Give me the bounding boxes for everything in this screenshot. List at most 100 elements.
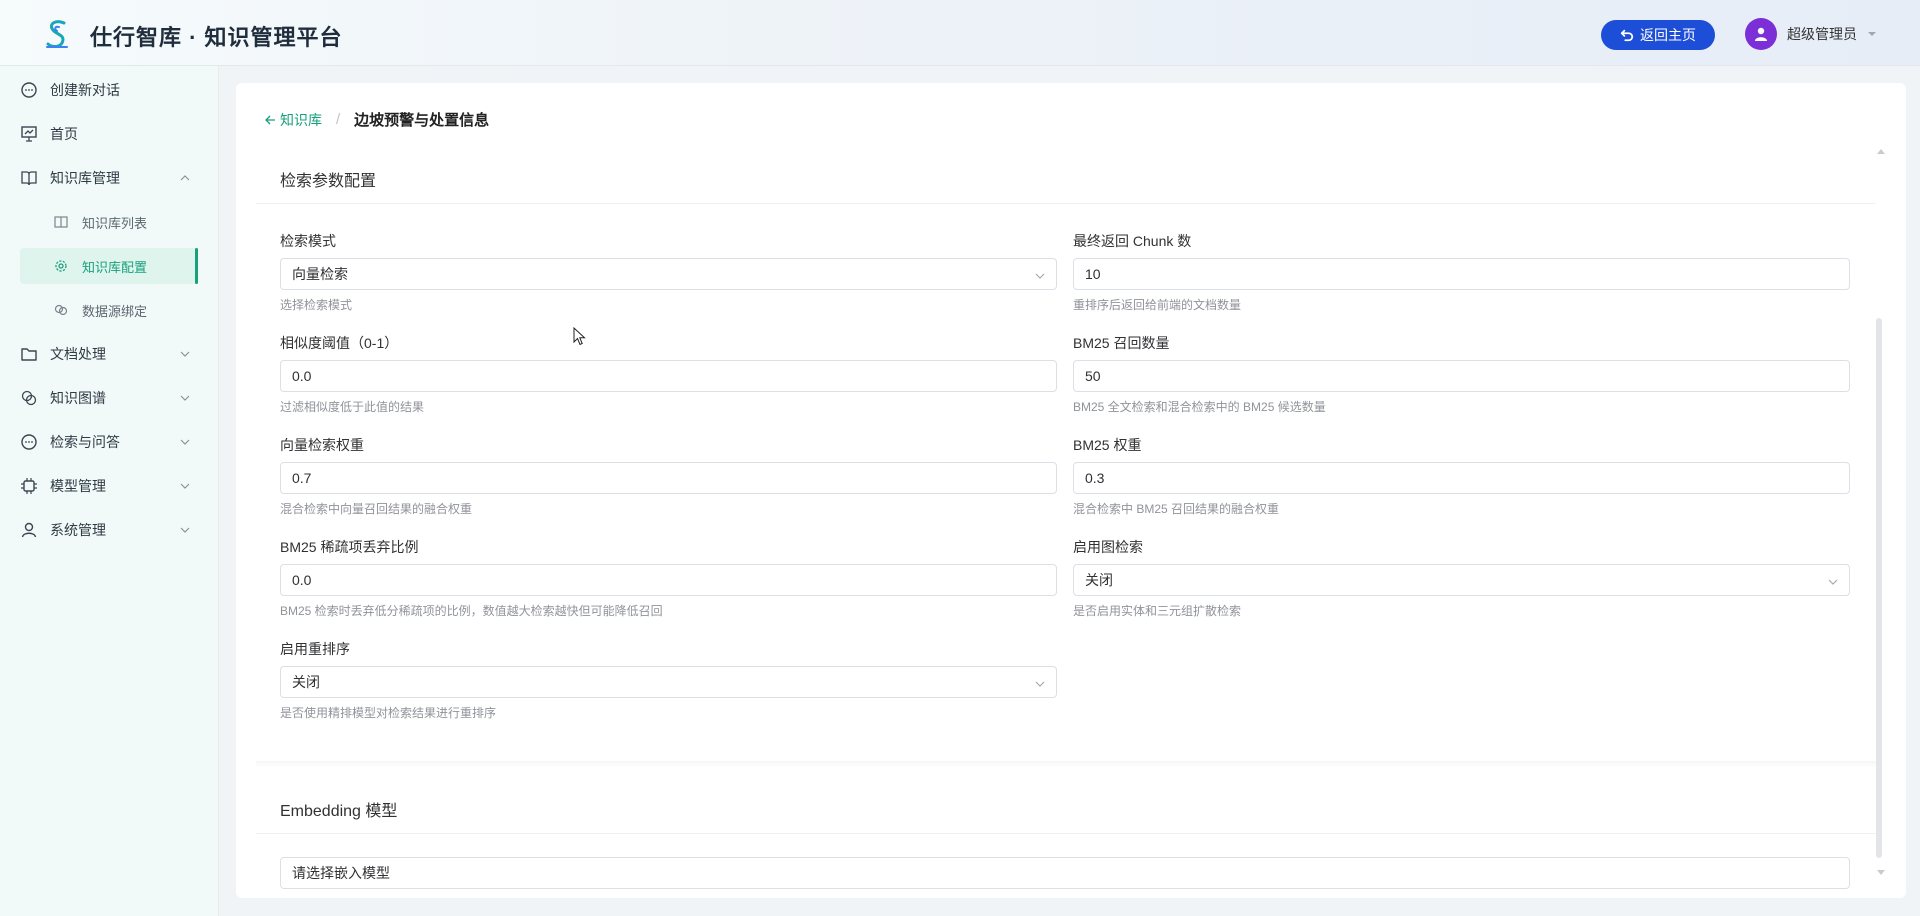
section-separator	[256, 761, 1876, 767]
app-title: 仕行智库 · 知识管理平台	[90, 25, 343, 50]
similarity-label: 相似度阈值（0-1）	[280, 335, 399, 351]
final-chunks-value: 10	[1085, 266, 1101, 282]
bm25-drop-hint: BM25 检索时丢弃低分稀疏项的比例，数值越大检索越快但可能降低召回	[280, 604, 663, 618]
similarity-input[interactable]: 0.0	[280, 360, 1057, 392]
folder-icon	[21, 348, 37, 361]
sidebar-item-label: 创建新对话	[50, 82, 120, 98]
active-indicator	[195, 248, 198, 284]
return-home-button[interactable]: 返回主页	[1601, 20, 1715, 50]
sidebar-item-system-management[interactable]: 系统管理	[20, 512, 198, 548]
bm25-recall-input[interactable]: 50	[1073, 360, 1850, 392]
user-name: 超级管理员	[1787, 26, 1857, 42]
graph-search-select[interactable]: 关闭	[1073, 564, 1850, 596]
bm25-weight-value: 0.3	[1085, 470, 1105, 486]
final-chunks-hint: 重排序后返回给前端的文档数量	[1073, 298, 1242, 312]
breadcrumb-separator: /	[336, 111, 341, 128]
chevron-down-icon	[180, 351, 190, 357]
section-divider	[256, 203, 1876, 204]
sidebar: 创建新对话 首页 知识库管理 知识库列表 知识库配置 数据源绑定 文档处理 知识…	[0, 66, 219, 916]
link-icon	[54, 304, 68, 316]
sidebar-item-label: 知识库管理	[50, 170, 120, 186]
bm25-drop-value: 0.0	[292, 572, 312, 588]
caret-down-icon	[1868, 32, 1876, 36]
app-logo-icon	[46, 20, 68, 48]
chevron-up-icon	[180, 175, 190, 181]
vector-weight-hint: 混合检索中向量召回结果的融合权重	[280, 502, 473, 516]
avatar	[1745, 18, 1777, 50]
mouse-cursor-icon	[573, 327, 586, 346]
sidebar-item-label: 首页	[50, 126, 78, 142]
graph-search-label: 启用图检索	[1073, 539, 1143, 555]
sidebar-item-kb-config[interactable]: 知识库配置	[20, 248, 198, 284]
chevron-down-icon	[1828, 579, 1838, 585]
scroll-down-arrow[interactable]	[1877, 870, 1885, 875]
scroll-up-arrow[interactable]	[1877, 149, 1885, 154]
embedding-model-select[interactable]: 请选择嵌入模型	[280, 857, 1850, 889]
user-icon	[21, 522, 37, 538]
vector-weight-value: 0.7	[292, 470, 312, 486]
search-mode-label: 检索模式	[280, 233, 336, 249]
bm25-weight-label: BM25 权重	[1073, 437, 1142, 453]
sidebar-item-label: 知识图谱	[50, 390, 106, 406]
breadcrumb-current: 边坡预警与处置信息	[354, 112, 490, 129]
chip-icon	[21, 478, 37, 494]
graph-search-value: 关闭	[1085, 572, 1113, 588]
bm25-drop-input[interactable]: 0.0	[280, 564, 1057, 596]
breadcrumb-back-link[interactable]: 知识库	[264, 110, 322, 130]
chevron-down-icon	[180, 527, 190, 533]
top-header: 仕行智库 · 知识管理平台 返回主页 超级管理员	[0, 0, 1920, 66]
sidebar-item-model-management[interactable]: 模型管理	[20, 468, 198, 504]
chevron-down-icon	[1035, 681, 1045, 687]
sidebar-item-kb-list[interactable]: 知识库列表	[20, 204, 198, 240]
chat-icon	[21, 434, 37, 450]
sidebar-item-label: 知识库配置	[82, 259, 148, 275]
return-home-label: 返回主页	[1640, 27, 1696, 43]
sidebar-item-label: 数据源绑定	[82, 303, 148, 319]
sidebar-item-datasource[interactable]: 数据源绑定	[20, 292, 198, 328]
chevron-down-icon	[180, 483, 190, 489]
sidebar-item-label: 模型管理	[50, 478, 106, 494]
final-chunks-input[interactable]: 10	[1073, 258, 1850, 290]
sidebar-item-home[interactable]: 首页	[20, 116, 198, 152]
rerank-value: 关闭	[292, 674, 320, 690]
presentation-icon	[21, 126, 37, 142]
search-mode-select[interactable]: 向量检索	[280, 258, 1057, 290]
scrollbar-thumb[interactable]	[1876, 318, 1882, 858]
bm25-weight-hint: 混合检索中 BM25 召回结果的融合权重	[1073, 502, 1280, 516]
chevron-down-icon	[1035, 273, 1045, 279]
search-mode-value: 向量检索	[292, 266, 348, 282]
gear-icon	[55, 260, 67, 272]
breadcrumb-back-label: 知识库	[280, 111, 322, 128]
section-title-retrieval: 检索参数配置	[280, 173, 377, 190]
user-avatar-icon	[1755, 27, 1767, 41]
graph-search-hint: 是否启用实体和三元组扩散检索	[1073, 604, 1242, 618]
chat-icon	[21, 82, 37, 98]
main-content: 知识库 / 边坡预警与处置信息 检索参数配置 检索模式 向量检索 选择检索模式 …	[236, 83, 1906, 898]
similarity-value: 0.0	[292, 368, 312, 384]
rerank-label: 启用重排序	[280, 641, 350, 657]
similarity-hint: 过滤相似度低于此值的结果	[280, 400, 425, 414]
breadcrumb: 知识库 / 边坡预警与处置信息	[264, 109, 489, 130]
sidebar-item-label: 检索与问答	[50, 434, 120, 450]
search-mode-hint: 选择检索模式	[280, 298, 353, 312]
sidebar-item-label: 知识库列表	[82, 215, 148, 231]
sidebar-item-label: 文档处理	[50, 346, 106, 362]
sidebar-item-search-qa[interactable]: 检索与问答	[20, 424, 198, 460]
sidebar-item-kb-management[interactable]: 知识库管理	[20, 160, 198, 196]
user-menu[interactable]: 超级管理员	[1745, 18, 1877, 50]
section-divider	[256, 833, 1876, 834]
bm25-recall-value: 50	[1085, 368, 1101, 384]
sidebar-item-new-chat[interactable]: 创建新对话	[20, 72, 198, 108]
sidebar-item-knowledge-graph[interactable]: 知识图谱	[20, 380, 198, 416]
bm25-drop-label: BM25 稀疏项丢弃比例	[280, 539, 419, 555]
bm25-recall-hint: BM25 全文检索和混合检索中的 BM25 候选数量	[1073, 400, 1326, 414]
vector-weight-input[interactable]: 0.7	[280, 462, 1057, 494]
final-chunks-label: 最终返回 Chunk 数	[1073, 233, 1192, 249]
rerank-select[interactable]: 关闭	[280, 666, 1057, 698]
rerank-hint: 是否使用精排模型对检索结果进行重排序	[280, 706, 497, 720]
vector-weight-label: 向量检索权重	[280, 437, 364, 453]
graph-icon	[21, 390, 37, 406]
chevron-down-icon	[180, 439, 190, 445]
sidebar-item-documents[interactable]: 文档处理	[20, 336, 198, 372]
bm25-weight-input[interactable]: 0.3	[1073, 462, 1850, 494]
